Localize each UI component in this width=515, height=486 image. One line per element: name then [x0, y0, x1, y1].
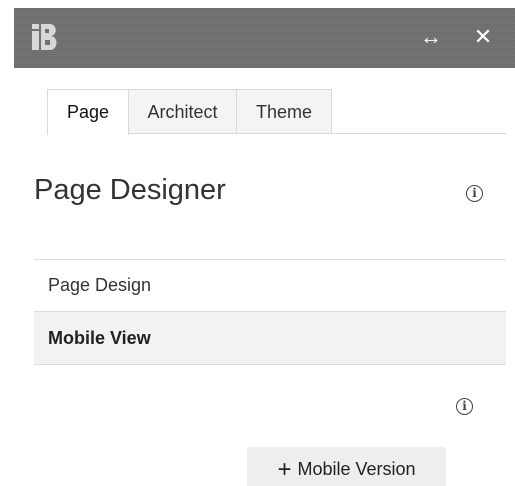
panel-titlebar[interactable]: ↔ ✕: [14, 8, 515, 68]
resize-icon[interactable]: ↔: [416, 22, 446, 52]
add-mobile-version-label: Mobile Version: [297, 459, 416, 479]
add-mobile-version-button[interactable]: + Mobile Version: [247, 447, 446, 486]
tab-page[interactable]: Page: [47, 89, 129, 135]
list-item-page-design[interactable]: Page Design: [34, 260, 506, 311]
mobile-info-icon[interactable]: i: [456, 398, 473, 415]
page-designer-panel: ↔ ✕ Page Architect Theme Page Designer i…: [0, 0, 515, 486]
tab-theme[interactable]: Theme: [236, 89, 332, 134]
tab-bar: Page Architect Theme: [47, 89, 332, 135]
tab-architect[interactable]: Architect: [128, 89, 237, 134]
info-icon[interactable]: i: [466, 185, 483, 202]
close-icon[interactable]: ✕: [468, 22, 498, 52]
builder-logo-icon: [32, 24, 57, 50]
page-title: Page Designer: [34, 174, 226, 206]
divider: [34, 364, 506, 365]
plus-icon: +: [277, 456, 292, 483]
list-item-mobile-view[interactable]: Mobile View: [34, 312, 506, 364]
